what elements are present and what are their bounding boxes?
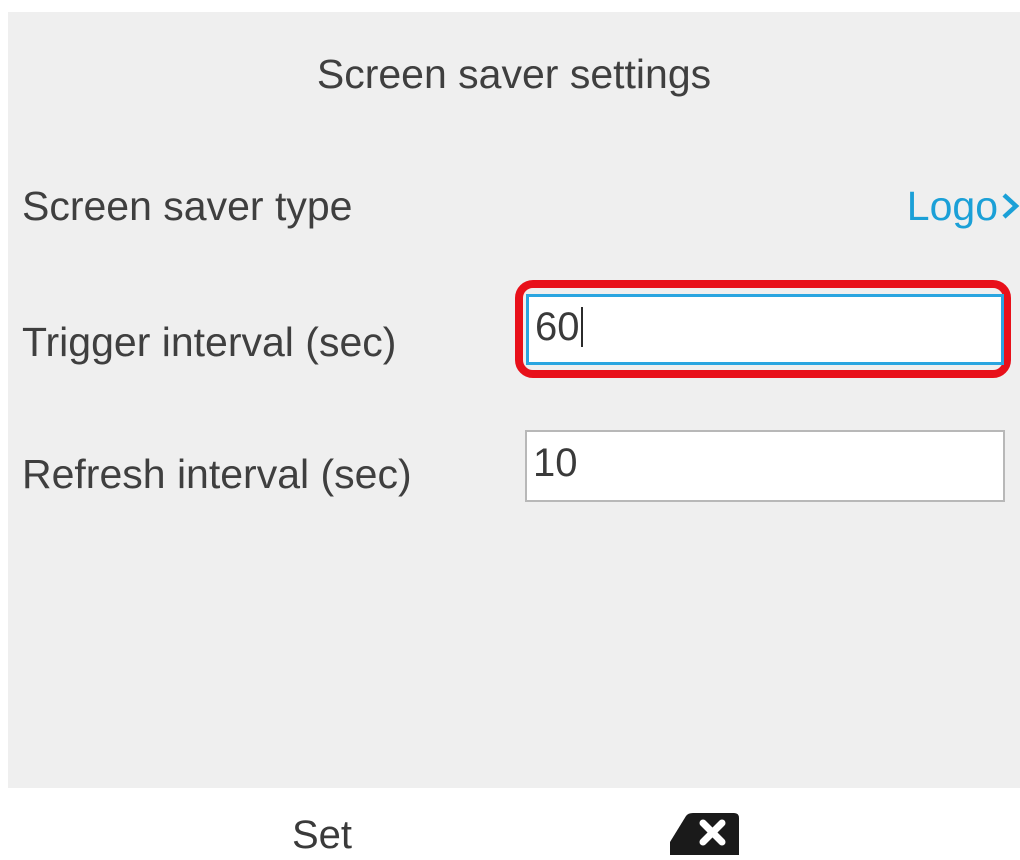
- set-softkey[interactable]: Set: [292, 812, 352, 858]
- text-cursor: [580, 307, 583, 347]
- screen-saver-type-label: Screen saver type: [22, 183, 353, 229]
- settings-screen: Screen saver settings Screen saver type …: [8, 12, 1020, 788]
- page-title: Screen saver settings: [316, 51, 712, 97]
- refresh-interval-label: Refresh interval (sec): [22, 451, 412, 497]
- screen-saver-type-value: Logo: [906, 183, 998, 229]
- trigger-interval-label: Trigger interval (sec): [22, 319, 397, 365]
- refresh-interval-value: 10: [533, 441, 578, 485]
- backspace-icon: [670, 813, 739, 855]
- backspace-softkey[interactable]: [670, 812, 740, 855]
- refresh-interval-field[interactable]: 10: [525, 430, 1005, 502]
- chevron-right-icon: [1002, 193, 1020, 219]
- screen-saver-type-selector[interactable]: Logo: [907, 182, 1020, 230]
- trigger-interval-field[interactable]: 60: [526, 294, 1004, 365]
- trigger-interval-value: 60: [535, 305, 580, 349]
